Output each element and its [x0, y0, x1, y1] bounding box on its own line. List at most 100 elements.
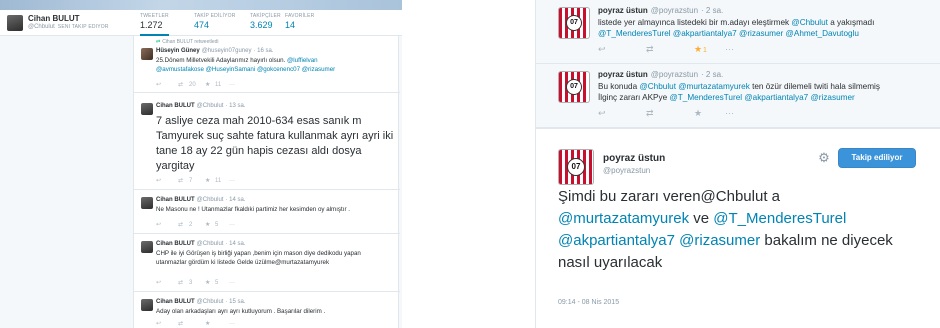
retweet-icon[interactable]: ⇄ [178, 320, 189, 327]
tweet-author-handle[interactable]: @Chbulut [197, 103, 224, 109]
tweet-avatar[interactable]: 07 [558, 71, 590, 103]
tweet-text-part: Şimdi bu zararı veren@Chbulut a [558, 188, 780, 205]
tweet-author-handle[interactable]: @Chbulut [197, 197, 224, 203]
more-icon[interactable]: ··· [229, 280, 239, 286]
reply-icon[interactable]: ↩ [156, 320, 178, 327]
reply-icon[interactable]: ↩ [156, 279, 178, 286]
tweet-avatar[interactable] [141, 197, 153, 209]
left-profile-panel: Cihan BULUT @Chbulut SENI TAKIP EDIYOR TW… [0, 0, 402, 328]
stat-tweets[interactable]: TWEETLER 1.272 [140, 13, 169, 36]
tweet-time[interactable]: · 14 sa. [225, 241, 245, 247]
tweet-avatar[interactable] [141, 241, 153, 253]
tweet-item[interactable]: 07 poyraz üstun @poyrazstun · 2 sa. Bu kon… [536, 64, 940, 128]
stat-followers[interactable]: TAKİPÇİLER 3.629 [250, 13, 281, 30]
tweet-item[interactable]: Cihan BULUT @Chbulut · 14 sa. Ne Masonu ne… [134, 190, 400, 234]
tweet-time[interactable]: · 2 sa. [701, 6, 723, 15]
tweet-author-handle[interactable]: @poyrazstun [651, 6, 698, 15]
tweet-text-part: 25.Dönem Milletvekili Adaylarımız hayırl… [156, 57, 288, 64]
tweet-avatar[interactable] [141, 48, 153, 60]
tweet-author-name[interactable]: Cihan BULUT [156, 299, 195, 305]
tweet-text: Aday olan arkadaşları ayrı ayrı kutluyor… [156, 308, 326, 315]
tweet-author-handle[interactable]: @Chbulut [197, 241, 224, 247]
tweet-item[interactable]: Cihan BULUT @Chbulut · 14 sa. CHP ile iyi … [134, 234, 400, 292]
tweet-text: Bu konuda @Chbulut @murtazatamyurek ten … [598, 81, 933, 103]
tweet-author-name[interactable]: Cihan BULUT [156, 197, 195, 203]
tweet-time[interactable]: · 14 sa. [225, 197, 245, 203]
tweet-avatar[interactable] [141, 103, 153, 115]
reply-icon[interactable]: ↩ [598, 108, 646, 119]
retweet-context-text: Cihan BULUT retweetledi [162, 39, 219, 45]
retweet-icon[interactable]: ⇄ [178, 81, 189, 88]
tweet-author-name[interactable]: poyraz üstun [598, 6, 648, 15]
more-icon[interactable]: ··· [229, 321, 239, 327]
profile-avatar[interactable] [7, 15, 23, 31]
tweet-author-handle[interactable]: @huseyin07guney [202, 48, 252, 54]
tweet-header: poyraz üstun @poyrazstun · 2 sa. [598, 70, 723, 79]
profile-header-banner [0, 0, 402, 10]
tweet-author-name[interactable]: Cihan BULUT [156, 241, 195, 247]
mention-link[interactable]: @Chbulut [791, 18, 828, 27]
reply-icon[interactable]: ↩ [156, 221, 178, 228]
stat-label: TAKİPÇİLER [250, 13, 281, 19]
avatar-logo-text: 07 [567, 158, 585, 176]
mention-link[interactable]: @akpartiantalya7 [558, 232, 675, 249]
star-icon[interactable]: ★ [694, 44, 703, 55]
star-icon[interactable]: ★ [205, 177, 215, 184]
tweet-avatar[interactable] [141, 299, 153, 311]
permalink-author-name[interactable]: poyraz üstun [603, 153, 665, 164]
mention-link[interactable]: @luffielvan [287, 57, 318, 64]
tweet-text-part: ten özür dilemeli twiti hala silmemiş [749, 82, 880, 91]
star-icon[interactable]: ★ [205, 221, 215, 228]
permalink-timestamp[interactable]: 09:14 - 08 Nis 2015 [558, 299, 619, 306]
permalink-avatar[interactable]: 07 [558, 149, 594, 185]
mention-link[interactable]: @murtazatamyurek [558, 210, 689, 227]
mention-links[interactable]: @T_MenderesTurel @akpartiantalya7 @rizas… [669, 93, 854, 102]
mention-links[interactable]: @T_MenderesTurel @akpartiantalya7 @rizas… [598, 29, 859, 38]
star-icon[interactable]: ★ [694, 108, 703, 119]
retweet-icon[interactable]: ⇄ [178, 221, 189, 228]
retweet-icon[interactable]: ⇄ [646, 108, 694, 119]
tweet-time[interactable]: · 13 sa. [225, 103, 245, 109]
more-icon[interactable]: ··· [725, 108, 735, 118]
stat-value: 474 [194, 20, 210, 30]
star-icon[interactable]: ★ [205, 81, 215, 88]
reply-icon[interactable]: ↩ [156, 81, 178, 88]
tweet-author-name[interactable]: Hüseyin Güney [156, 48, 200, 54]
retweet-count: 2 [189, 222, 193, 228]
mention-links[interactable]: @Chbulut @murtazatamyurek [639, 82, 749, 91]
reply-icon[interactable]: ↩ [156, 177, 178, 184]
stat-following[interactable]: TAKİP EDİLİYOR 474 [194, 13, 236, 30]
tweet-author-name[interactable]: poyraz üstun [598, 70, 648, 79]
retweet-icon[interactable]: ⇄ [178, 177, 189, 184]
tweet-author-handle[interactable]: @poyrazstun [651, 70, 698, 79]
star-icon[interactable]: ★ [205, 320, 215, 327]
following-button[interactable]: Takip ediliyor [838, 148, 916, 168]
tweet-item[interactable]: 07 poyraz üstun @poyrazstun · 2 sa. listed… [536, 0, 940, 64]
permalink-author-handle[interactable]: @poyrazstun [603, 166, 650, 175]
profile-name[interactable]: Cihan BULUT [28, 14, 80, 23]
stat-favorites[interactable]: FAVORİLER 14 [285, 13, 315, 30]
tweet-author-name[interactable]: Cihan BULUT [156, 103, 195, 109]
mention-link[interactable]: @rizasumer [679, 232, 760, 249]
more-icon[interactable]: ··· [229, 178, 239, 184]
tweet-item[interactable]: ⇄ Cihan BULUT retweetledi Hüseyin Güney @h… [134, 36, 400, 93]
retweet-icon[interactable]: ⇄ [178, 279, 189, 286]
tweet-time[interactable]: · 15 sa. [225, 299, 245, 305]
tweet-author-handle[interactable]: @Chbulut [197, 299, 224, 305]
tweet-header: poyraz üstun @poyrazstun · 2 sa. [598, 6, 723, 15]
retweet-icon[interactable]: ⇄ [646, 44, 694, 55]
tweet-item[interactable]: Cihan BULUT @Chbulut · 13 sa. 7 asliye cez… [134, 93, 400, 190]
mention-link[interactable]: @T_MenderesTurel [713, 210, 846, 227]
reply-icon[interactable]: ↩ [598, 44, 646, 55]
tweet-avatar[interactable]: 07 [558, 7, 590, 39]
more-icon[interactable]: ··· [229, 82, 239, 88]
tweet-text-part: Bu konuda [598, 82, 640, 91]
gear-icon[interactable]: ⚙ [817, 151, 831, 165]
tweet-time[interactable]: · 16 sa. [253, 48, 273, 54]
more-icon[interactable]: ··· [229, 222, 239, 228]
tweet-time[interactable]: · 2 sa. [701, 70, 723, 79]
more-icon[interactable]: ··· [725, 44, 735, 54]
mention-links[interactable]: @avmustafakose @HuseyinSamani @gokcenenc… [156, 66, 335, 73]
star-icon[interactable]: ★ [205, 279, 215, 286]
tweet-item[interactable]: Cihan BULUT @Chbulut · 15 sa. Aday olan ar… [134, 292, 400, 328]
